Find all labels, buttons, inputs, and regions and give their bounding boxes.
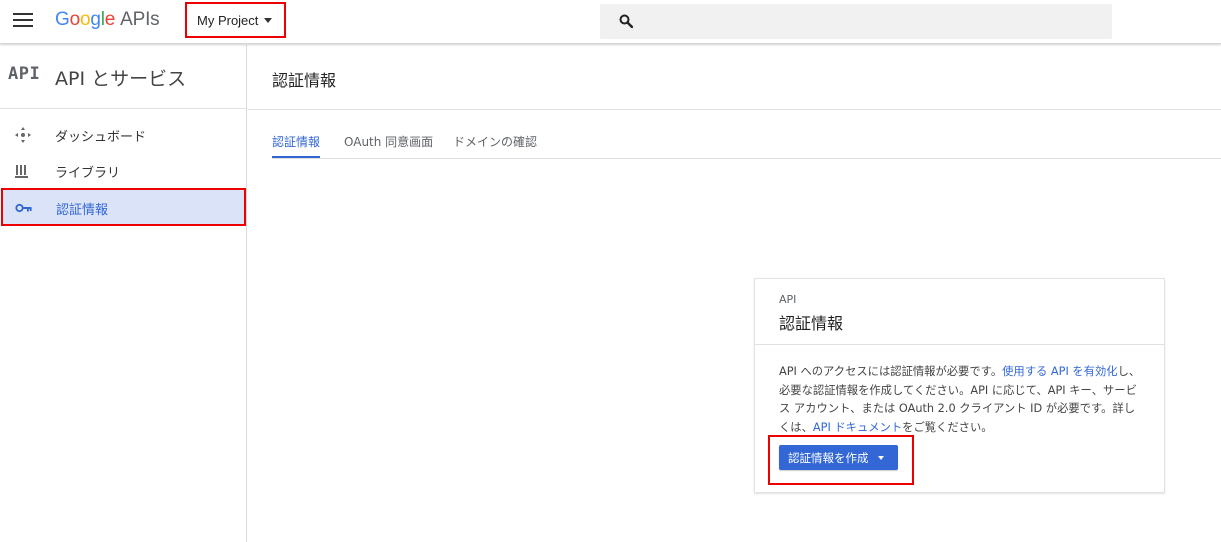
dashboard-icon — [15, 127, 31, 143]
divider — [755, 344, 1164, 345]
page-title: 認証情報 — [272, 71, 337, 90]
menu-icon[interactable] — [13, 13, 33, 29]
logo-apis-text: APIs — [120, 9, 160, 30]
sidebar-title: API とサービス — [55, 68, 187, 90]
tab-domain-verification[interactable]: ドメインの確認 — [453, 133, 537, 150]
card-text: API へのアクセスには認証情報が必要です。 — [779, 365, 1003, 378]
card-description: API へのアクセスには認証情報が必要です。使用する API を有効化し、必要な… — [779, 363, 1144, 437]
card-title: 認証情報 — [779, 314, 844, 333]
divider — [272, 158, 1221, 159]
sidebar-item-label: 認証情報 — [56, 203, 109, 218]
search-bar[interactable] — [600, 4, 1112, 39]
chevron-down-icon — [264, 17, 273, 23]
sidebar-item-label: ダッシュボード — [55, 130, 147, 145]
chevron-down-icon — [877, 455, 884, 460]
sidebar-header: API API とサービス — [0, 45, 246, 109]
sidebar-item-label: ライブラリ — [55, 166, 121, 181]
sidebar: API API とサービス ダッシュボード ライブラリ 認証情報 — [0, 45, 247, 542]
credentials-card: API 認証情報 API へのアクセスには認証情報が必要です。使用する API … — [754, 278, 1165, 493]
tab-credentials[interactable]: 認証情報 — [272, 133, 320, 150]
api-docs-link[interactable]: API ドキュメント — [813, 421, 902, 434]
divider — [248, 109, 1221, 110]
logo-letter: o — [69, 9, 81, 30]
project-selector[interactable]: My Project — [185, 2, 286, 38]
logo-letter: g — [90, 9, 101, 30]
project-name: My Project — [197, 12, 259, 28]
search-icon — [619, 14, 633, 28]
tab-oauth-consent[interactable]: OAuth 同意画面 — [344, 133, 433, 150]
create-credentials-label: 認証情報を作成 — [788, 450, 869, 465]
top-app-bar: Google APIs My Project — [0, 0, 1221, 44]
logo-letter: G — [55, 9, 70, 30]
key-icon — [15, 203, 32, 213]
main-content: 認証情報 認証情報 OAuth 同意画面 ドメインの確認 API 認証情報 AP… — [248, 45, 1221, 542]
logo-letter: o — [79, 9, 91, 30]
enable-api-link[interactable]: 使用する API を有効化 — [1002, 365, 1117, 378]
highlight-box: 認証情報を作成 — [768, 435, 914, 485]
sidebar-item-credentials[interactable]: 認証情報 — [1, 188, 246, 226]
create-credentials-button[interactable]: 認証情報を作成 — [779, 445, 898, 470]
logo-letter: e — [104, 9, 116, 30]
google-apis-logo[interactable]: Google APIs — [55, 9, 160, 31]
card-text: をご覧ください。 — [902, 420, 993, 434]
sidebar-item-dashboard[interactable]: ダッシュボード — [0, 117, 247, 153]
api-logo: API — [8, 64, 41, 84]
card-kicker: API — [779, 293, 797, 306]
sidebar-item-library[interactable]: ライブラリ — [0, 153, 247, 189]
library-icon — [15, 165, 28, 178]
